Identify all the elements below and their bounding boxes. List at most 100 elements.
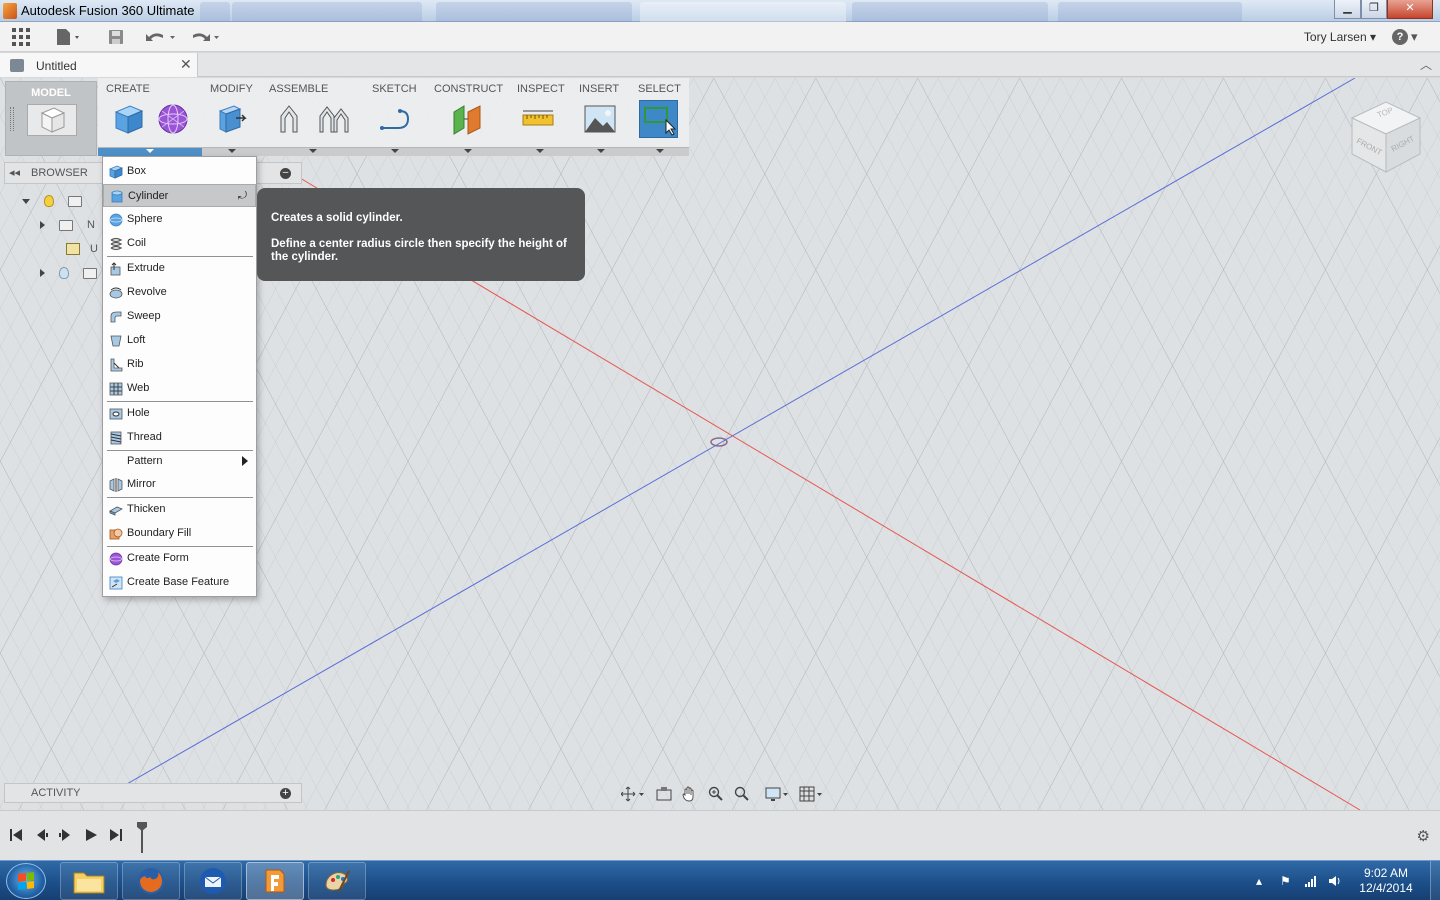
menu-item-mirror[interactable]: Mirror [103,473,256,496]
menu-item-rib[interactable]: Rib [103,353,256,376]
ribbon-group-insert[interactable]: INSERT [571,78,630,156]
menu-item-extrude[interactable]: Extrude [103,257,256,280]
tree-row-units[interactable]: U [66,239,98,259]
show-hidden-icons-icon[interactable]: ▴ [1256,874,1270,888]
offset-plane-icon[interactable] [450,102,484,136]
taskbar-paint[interactable] [308,862,366,900]
taskbar-firefox[interactable] [122,862,180,900]
ribbon-group-sketch[interactable]: SKETCH [364,78,426,156]
apps-grid-icon[interactable] [10,27,32,47]
step-back-icon[interactable] [33,827,49,843]
display-settings-icon[interactable] [765,785,793,803]
go-to-end-icon[interactable] [108,827,124,843]
insert-dropdown-toggle[interactable] [571,147,630,156]
save-icon[interactable] [106,27,126,47]
ribbon-group-inspect[interactable]: INSPECT [509,78,571,156]
expand-activity-icon[interactable]: + [280,788,291,799]
orbit-icon[interactable] [620,785,648,803]
menu-item-box[interactable]: Box [103,160,256,183]
sketch-dropdown-toggle[interactable] [364,147,426,156]
tree-row-origin[interactable] [40,263,97,283]
taskbar-explorer[interactable] [60,862,118,900]
volume-icon[interactable] [1328,874,1342,888]
menu-item-cylinder[interactable]: Cylinder ⤾ [103,184,256,207]
start-button[interactable] [6,863,46,899]
tree-row-named-views[interactable]: N [40,215,95,235]
menu-item-loft[interactable]: Loft [103,329,256,352]
expand-toggle-icon[interactable] [22,198,30,204]
select-dropdown-toggle[interactable] [630,147,689,156]
pan-hand-icon[interactable] [679,785,699,803]
inspect-dropdown-toggle[interactable] [509,147,571,156]
create-form-sphere-icon[interactable] [156,102,190,136]
collapse-browser-icon[interactable]: ◂◂ [9,166,20,179]
workspace-switcher[interactable]: MODEL [5,81,97,156]
show-desktop-button[interactable] [1430,861,1440,900]
assemble-dropdown-toggle[interactable] [261,147,364,156]
help-menu[interactable]: ? ▾ [1392,27,1428,47]
menu-item-thread[interactable]: Thread [103,426,256,449]
menu-item-create-form[interactable]: Create Form [103,547,256,570]
activity-panel-header[interactable]: ACTIVITY + [4,783,302,803]
document-tab[interactable]: Untitled ✕ [0,53,198,77]
tree-row-root[interactable] [22,191,82,211]
close-tab-icon[interactable]: ✕ [180,56,192,73]
look-at-icon[interactable] [654,785,674,803]
fit-icon[interactable] [731,785,751,803]
create-dropdown-toggle[interactable] [98,147,202,156]
menu-item-thicken[interactable]: Thicken [103,498,256,521]
create-form-icon [108,551,123,566]
ribbon-group-select[interactable]: SELECT [630,78,689,156]
minimize-button[interactable]: ▁ [1334,0,1361,19]
construct-dropdown-toggle[interactable] [426,147,509,156]
ribbon-group-create[interactable]: CREATE [98,78,202,156]
menu-item-revolve[interactable]: Revolve [103,281,256,304]
collapse-ribbon-icon[interactable]: ︿ [1420,56,1432,73]
menu-item-coil[interactable]: Coil [103,232,256,255]
menu-item-boundary-fill[interactable]: Boundary Fill [103,522,256,545]
ribbon-group-modify[interactable]: MODIFY [202,78,261,156]
timeline-marker[interactable] [136,821,148,853]
action-center-flag-icon[interactable]: ⚑ [1280,874,1294,888]
step-forward-icon[interactable] [58,827,74,843]
sketch-icon[interactable] [378,102,412,136]
visibility-bulb-icon[interactable] [59,267,69,279]
modify-dropdown-toggle[interactable] [202,147,261,156]
network-signal-icon[interactable] [1304,874,1318,888]
menu-item-create-base-feature[interactable]: Create Base Feature [103,571,256,594]
press-pull-icon[interactable] [214,102,248,136]
select-icon[interactable] [639,100,678,138]
grid-settings-icon[interactable] [798,785,826,803]
play-icon[interactable] [83,827,99,843]
minimize-browser-icon[interactable]: – [280,168,291,179]
timeline-settings-gear-icon[interactable]: ⚙ [1417,827,1430,845]
menu-item-sphere[interactable]: Sphere [103,208,256,231]
visibility-bulb-icon[interactable] [44,195,54,207]
menu-item-web[interactable]: Web [103,377,256,400]
pin-icon[interactable]: ⤾ [238,190,247,203]
user-menu[interactable]: Tory Larsen ▾ [1304,30,1376,44]
taskbar-thunderbird[interactable] [184,862,242,900]
expand-toggle-icon[interactable] [40,221,45,229]
create-box-icon[interactable] [112,102,146,136]
zoom-icon[interactable] [705,785,725,803]
attached-canvas-icon[interactable] [583,102,617,136]
close-window-button[interactable]: ✕ [1387,0,1433,19]
ribbon-group-assemble[interactable]: ASSEMBLE [261,78,364,156]
redo-icon[interactable] [188,27,224,47]
menu-item-sweep[interactable]: Sweep [103,305,256,328]
file-menu-icon[interactable] [54,27,84,47]
expand-toggle-icon[interactable] [40,269,45,277]
taskbar-fusion360[interactable] [246,862,304,900]
menu-item-hole[interactable]: Hole [103,402,256,425]
system-clock[interactable]: 9:02 AM 12/4/2014 [1356,866,1416,896]
undo-icon[interactable] [144,27,180,47]
view-cube[interactable]: TOP FRONT RIGHT [1346,96,1426,176]
maximize-button[interactable]: ❐ [1361,0,1387,19]
go-to-start-icon[interactable] [8,827,24,843]
measure-icon[interactable] [521,102,555,136]
joint-icon[interactable] [273,102,307,136]
menu-item-pattern[interactable]: Pattern [103,450,256,473]
as-built-joint-icon[interactable] [317,102,351,136]
ribbon-group-construct[interactable]: CONSTRUCT [426,78,509,156]
